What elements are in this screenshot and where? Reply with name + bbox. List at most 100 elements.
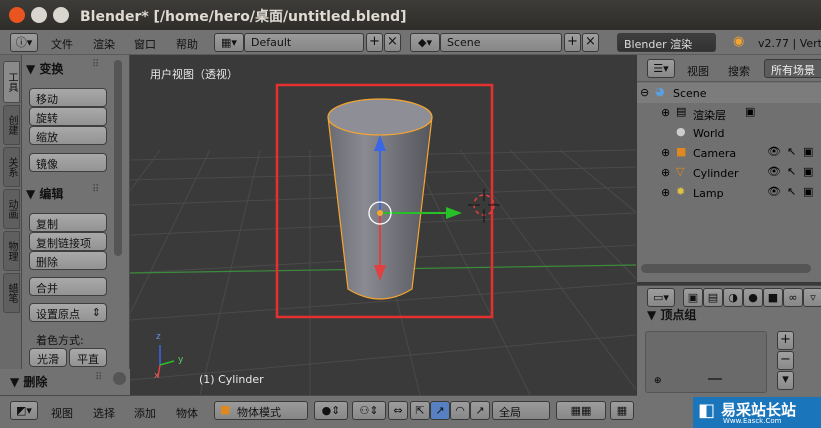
- expand-icon[interactable]: ⊕: [661, 106, 670, 119]
- list-resize-icon[interactable]: [708, 378, 722, 380]
- tab-grease-pencil[interactable]: 蜡笔: [3, 273, 20, 313]
- render-camera-icon[interactable]: ▣: [803, 165, 813, 178]
- properties-editor-icon[interactable]: ▭▾: [647, 288, 675, 307]
- shade-flat-button[interactable]: 平直: [69, 348, 107, 367]
- render-camera-icon[interactable]: ▣: [803, 145, 813, 158]
- panel-grip-icon[interactable]: ⠿: [95, 372, 102, 383]
- maximize-window-button[interactable]: [53, 7, 69, 23]
- add-scene-button[interactable]: +: [564, 33, 581, 52]
- outliner-h-scrollbar[interactable]: [641, 264, 811, 273]
- visibility-eye-icon[interactable]: 👁: [767, 145, 781, 158]
- add-layout-button[interactable]: +: [366, 33, 383, 52]
- tab-physics[interactable]: 物理: [3, 231, 20, 271]
- move-manipulator-icon[interactable]: ↗: [430, 401, 450, 420]
- menu-window[interactable]: 窗口: [134, 36, 156, 52]
- manipulator-toggle-icon[interactable]: ⇔: [388, 401, 408, 420]
- cylinder-top[interactable]: [327, 98, 433, 136]
- outliner-tab-search[interactable]: 搜索: [728, 63, 750, 79]
- visibility-eye-icon[interactable]: 👁: [767, 165, 781, 178]
- collapse-icon[interactable]: ⊖: [640, 86, 649, 99]
- tab-tools[interactable]: 工具: [3, 61, 20, 103]
- delete-panel-header[interactable]: ▼ 删除: [10, 373, 47, 390]
- layout-grid-icon[interactable]: ▦▾: [214, 33, 244, 52]
- scale-button[interactable]: 缩放: [29, 126, 107, 145]
- outliner-editor-icon[interactable]: ☰▾: [647, 59, 675, 78]
- menu-object[interactable]: 物体: [176, 405, 198, 421]
- tab-create[interactable]: 创建: [3, 105, 20, 145]
- outliner-row-cylinder[interactable]: ⊕ ▽ Cylinder 👁 ↖ ▣: [637, 163, 821, 183]
- render-camera-icon[interactable]: ▣: [803, 185, 813, 198]
- gizmo-y-arrow[interactable]: [446, 207, 462, 219]
- outliner-row-scene[interactable]: ⊖ ◕ Scene: [637, 83, 821, 103]
- world-tab-icon[interactable]: ●: [743, 288, 763, 307]
- viewport-shading-icon[interactable]: ●⇕: [314, 401, 348, 420]
- duplicate-button[interactable]: 复制: [29, 213, 107, 232]
- layer-buttons-icon[interactable]: ▦: [610, 401, 634, 420]
- pivot-point-icon[interactable]: ⚇⇕: [352, 401, 386, 420]
- scroll-handle-icon[interactable]: [113, 372, 126, 385]
- vertex-group-menu-button[interactable]: ▾: [777, 371, 794, 390]
- translate-manipulator-icon[interactable]: ⇱: [410, 401, 430, 420]
- selectable-cursor-icon[interactable]: ↖: [787, 145, 796, 158]
- render-layers-tab-icon[interactable]: ▤: [703, 288, 723, 307]
- outliner-row-render-layers[interactable]: ⊕ ▤ 渲染层 ▣: [637, 103, 821, 123]
- menu-file[interactable]: 文件: [51, 36, 73, 52]
- expand-icon[interactable]: ⊕: [661, 146, 670, 159]
- outliner-tab-view[interactable]: 视图: [687, 63, 709, 79]
- selectable-cursor-icon[interactable]: ↖: [787, 165, 796, 178]
- expand-icon[interactable]: ⊕: [661, 166, 670, 179]
- modifiers-tab-icon[interactable]: ▿: [803, 288, 821, 307]
- add-vertex-group-button[interactable]: +: [777, 331, 794, 350]
- scale-manipulator-icon[interactable]: ↗: [470, 401, 490, 420]
- move-button[interactable]: 移动: [29, 88, 107, 107]
- edit-panel-header[interactable]: ▼ 编辑: [26, 185, 63, 202]
- tab-relations[interactable]: 关系: [3, 147, 20, 187]
- outliner-row-lamp[interactable]: ⊕ ✹ Lamp 👁 ↖ ▣: [637, 183, 821, 203]
- render-tab-icon[interactable]: ▣: [683, 288, 703, 307]
- menu-add[interactable]: 添加: [134, 405, 156, 421]
- menu-help[interactable]: 帮助: [176, 36, 198, 52]
- render-engine-select[interactable]: Blender 渲染: [617, 33, 716, 52]
- render-icon[interactable]: ▣: [745, 105, 755, 118]
- tab-animation[interactable]: 动画: [3, 189, 20, 229]
- panel-grip-icon[interactable]: ⠿: [92, 59, 99, 70]
- remove-scene-button[interactable]: ×: [582, 33, 599, 52]
- selectable-cursor-icon[interactable]: ↖: [787, 185, 796, 198]
- scene-field[interactable]: Scene: [440, 33, 562, 52]
- mirror-button[interactable]: 镜像: [29, 153, 107, 172]
- outliner-filter-select[interactable]: 所有场景: [764, 59, 821, 78]
- menu-render[interactable]: 渲染: [93, 36, 115, 52]
- tool-shelf-scrollbar[interactable]: [114, 60, 122, 256]
- vertex-groups-panel-header[interactable]: ▼ 顶点组: [647, 306, 696, 323]
- set-origin-select[interactable]: 设置原点 ⇕: [29, 303, 107, 322]
- panel-grip-icon[interactable]: ⠿: [92, 184, 99, 195]
- rotate-manipulator-icon[interactable]: ◠: [450, 401, 470, 420]
- object-tab-icon[interactable]: ■: [763, 288, 783, 307]
- close-window-button[interactable]: [9, 7, 25, 23]
- delete-button[interactable]: 删除: [29, 251, 107, 270]
- duplicate-linked-button[interactable]: 复制链接项: [29, 232, 107, 251]
- rotate-button[interactable]: 旋转: [29, 107, 107, 126]
- remove-vertex-group-button[interactable]: −: [777, 351, 794, 370]
- scene-tab-icon[interactable]: ◑: [723, 288, 743, 307]
- shade-smooth-button[interactable]: 光滑: [29, 348, 67, 367]
- menu-view[interactable]: 视图: [51, 405, 73, 421]
- expand-icon[interactable]: ⊕: [661, 186, 670, 199]
- join-button[interactable]: 合并: [29, 277, 107, 296]
- minimize-window-button[interactable]: [31, 7, 47, 23]
- layer-buttons-icon[interactable]: ▦▦: [556, 401, 606, 420]
- outliner-row-world[interactable]: ● World: [637, 123, 821, 143]
- menu-select[interactable]: 选择: [93, 405, 115, 421]
- layout-field[interactable]: Default: [244, 33, 364, 52]
- vertex-groups-list[interactable]: ⊕: [645, 331, 767, 393]
- outliner-row-camera[interactable]: ⊕ ■ Camera 👁 ↖ ▣: [637, 143, 821, 163]
- editor-type-icon[interactable]: ⓘ▾: [10, 33, 38, 52]
- constraints-tab-icon[interactable]: ∞: [783, 288, 803, 307]
- transform-orientation-select[interactable]: 全局: [492, 401, 550, 420]
- 3d-view-editor-icon[interactable]: ◩▾: [10, 401, 38, 420]
- 3d-viewport[interactable]: 用户视图（透视） (1) Cylinder z y x: [130, 55, 636, 395]
- scene-icon[interactable]: ◆▾: [410, 33, 440, 52]
- visibility-eye-icon[interactable]: 👁: [767, 185, 781, 198]
- remove-layout-button[interactable]: ×: [384, 33, 401, 52]
- list-grip-icon[interactable]: ⊕: [654, 376, 662, 386]
